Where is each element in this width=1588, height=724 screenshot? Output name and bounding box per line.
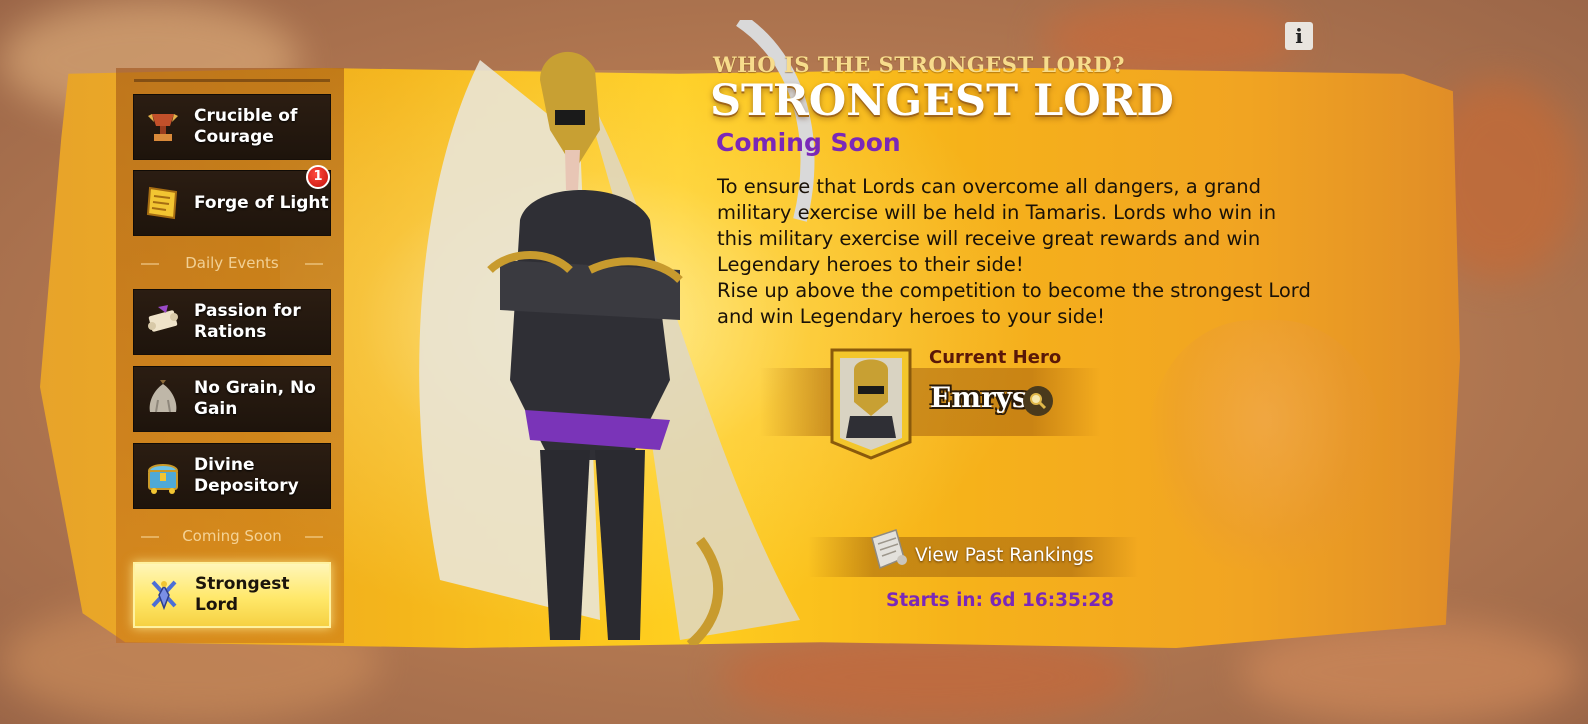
crossed-swords-icon xyxy=(143,574,185,616)
view-past-rankings-label[interactable]: View Past Rankings xyxy=(915,545,1094,566)
hero-portrait[interactable] xyxy=(826,346,916,460)
sidebar-item-strongest-lord[interactable]: Strongest Lord xyxy=(133,562,331,628)
sidebar-item-passion-for-rations[interactable]: Passion for Rations xyxy=(133,289,331,355)
sidebar-item-label: Crucible of Courage xyxy=(194,106,298,147)
grain-sack-icon xyxy=(142,378,184,420)
treasure-chest-icon xyxy=(142,455,184,497)
current-hero-label: Current Hero xyxy=(929,347,1062,368)
event-subtitle: WHO IS THE STRONGEST LORD? xyxy=(713,52,1125,77)
section-label-daily-events: Daily Events xyxy=(133,254,331,272)
sidebar-item-label: Strongest Lord xyxy=(195,574,290,615)
info-button[interactable]: i xyxy=(1285,22,1313,50)
event-status: Coming Soon xyxy=(716,128,901,157)
section-label-coming-soon: Coming Soon xyxy=(133,527,331,545)
hero-name: Emrys xyxy=(930,381,1028,414)
sidebar-item-crucible-of-courage[interactable]: Crucible of Courage xyxy=(133,94,331,160)
sidebar-item-label: Divine Depository xyxy=(194,455,299,496)
sidebar-item-divine-depository[interactable]: Divine Depository xyxy=(133,443,331,509)
description-paragraph: Rise up above the competition to become … xyxy=(717,279,1311,328)
scroll-icon xyxy=(871,529,907,570)
sidebar-item-label: Passion for Rations xyxy=(194,301,301,342)
event-title: STRONGEST LORD xyxy=(710,76,1174,126)
notification-badge: 1 xyxy=(306,165,330,189)
sidebar-divider xyxy=(134,79,330,82)
sidebar-item-label: No Grain, No Gain xyxy=(194,378,316,419)
sidebar-item-label: Forge of Light xyxy=(194,192,329,213)
magnifier-icon[interactable] xyxy=(1023,386,1053,416)
sidebar-item-forge-of-light[interactable]: Forge of Light xyxy=(133,170,331,236)
paper-scroll-icon xyxy=(142,301,184,343)
banner-background-art xyxy=(1150,320,1380,570)
event-description: To ensure that Lords can overcome all da… xyxy=(717,174,1317,330)
countdown-timer: Starts in: 6d 16:35:28 xyxy=(886,590,1115,611)
sidebar-item-no-grain-no-gain[interactable]: No Grain, No Gain xyxy=(133,366,331,432)
golden-scroll-icon xyxy=(142,182,184,224)
description-paragraph: To ensure that Lords can overcome all da… xyxy=(717,175,1277,276)
crucible-trophy-icon xyxy=(142,106,184,148)
